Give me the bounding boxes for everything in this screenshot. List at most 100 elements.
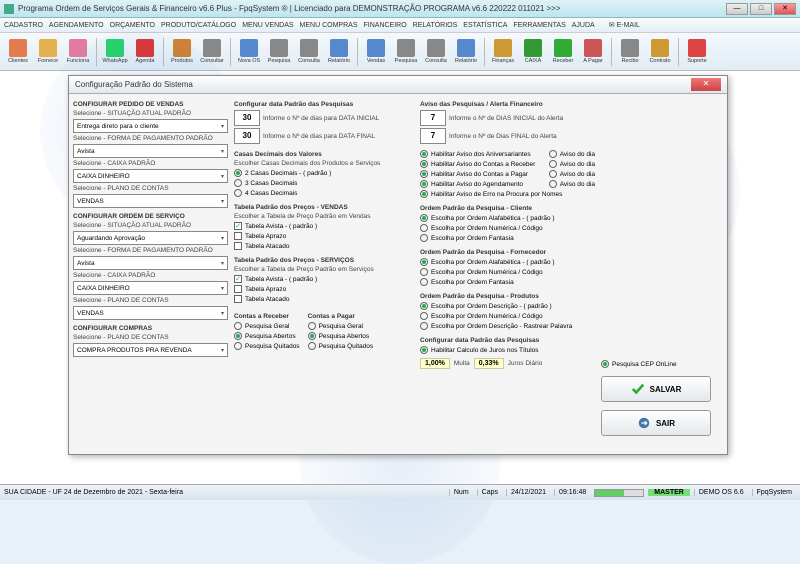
- toolbar-fornece[interactable]: Fornece: [34, 39, 62, 64]
- lbl-dias-final: Informe o Nº de dias para DATA FINAL: [263, 133, 375, 140]
- combo-caixa-venda[interactable]: CAIXA DINHEIRO: [73, 169, 228, 183]
- menu-financeiro[interactable]: FINANCEIRO: [364, 22, 407, 29]
- status-time: 09:16:48: [554, 489, 590, 496]
- menu-compras[interactable]: MENU COMPRAS: [300, 22, 358, 29]
- radio-for-fant[interactable]: Escolha por Ordem Fantasia: [420, 278, 595, 286]
- exit-button[interactable]: SAIR: [601, 410, 711, 436]
- recibo-icon: [621, 39, 639, 57]
- menu-vendas[interactable]: MENU VENDAS: [242, 22, 293, 29]
- toolbar-consulta[interactable]: Consulta: [422, 39, 450, 64]
- chk-atacado-vendas[interactable]: Tabela Atacado: [234, 242, 414, 250]
- input-dias-final[interactable]: 30: [234, 128, 260, 144]
- radio-receber-dia[interactable]: Aviso do dia: [549, 160, 595, 168]
- radio-aviso-pagar[interactable]: Habilitar Aviso do Contas a Pagar: [420, 170, 528, 178]
- toolbar-contrato[interactable]: Contrato: [646, 39, 674, 64]
- radio-4casas[interactable]: 4 Casas Decimais: [234, 189, 414, 197]
- toolbar-label: Relatório: [455, 58, 477, 64]
- toolbar-label: Clientes: [8, 58, 28, 64]
- radio-aviso-receber[interactable]: Habilitar Aviso do Contas a Receber: [420, 160, 535, 168]
- status-date: 24/12/2021: [506, 489, 550, 496]
- toolbar-pesquisa[interactable]: Pesquisa: [392, 39, 420, 64]
- combo-plano-os[interactable]: VENDAS: [73, 306, 228, 320]
- lbl-dias-inicial: Informe o Nº de dias para DATA INICIAL: [263, 115, 379, 122]
- menu-estatistica[interactable]: ESTATÍSTICA: [463, 22, 507, 29]
- dialog-close-button[interactable]: ✕: [691, 78, 721, 91]
- toolbar-relatório[interactable]: Relatório: [452, 39, 480, 64]
- radio-prod-num[interactable]: Escolha por Ordem Numérica / Código: [420, 312, 595, 320]
- email-button[interactable]: ✉ E-MAIL: [609, 21, 640, 29]
- radio-cli-alfa[interactable]: Escolha por Ordem Alafabética - ( padrão…: [420, 214, 595, 222]
- toolbar-consulta[interactable]: Consulta: [295, 39, 323, 64]
- clientes-icon: [9, 39, 27, 57]
- toolbar-suporte[interactable]: Suporte: [683, 39, 711, 64]
- radio-for-alfa[interactable]: Escolha por Ordem Alafabética - ( padrão…: [420, 258, 595, 266]
- combo-pagamento-os[interactable]: Avista: [73, 256, 228, 270]
- lbl-juros: Juros Diário: [508, 360, 543, 367]
- input-alerta-inicial[interactable]: 7: [420, 110, 446, 126]
- chk-aprazo-vendas[interactable]: Tabela Aprazo: [234, 232, 414, 240]
- combo-situacao-venda[interactable]: Entrega direto para o cliente: [73, 119, 228, 133]
- menu-ajuda[interactable]: AJUDA: [572, 22, 595, 29]
- menu-cadastro[interactable]: CADASTRO: [4, 22, 43, 29]
- radio-aviso-erro[interactable]: Habilitar Aviso de Erro na Procura por N…: [420, 190, 595, 198]
- chk-aprazo-serv[interactable]: Tabela Aprazo: [234, 285, 414, 293]
- radio-agenda-dia[interactable]: Aviso do dia: [549, 180, 595, 188]
- toolbar-vendas[interactable]: Vendas: [362, 39, 390, 64]
- toolbar-a pagar[interactable]: A Pagar: [579, 39, 607, 64]
- dialog-title: Configuração Padrão do Sistema: [75, 80, 691, 89]
- radio-juros[interactable]: Habilitar Calculo de Juros nos Títulos: [420, 346, 595, 354]
- menu-produto[interactable]: PRODUTO/CATÁLOGO: [161, 22, 236, 29]
- radio-cp-geral[interactable]: Pesquisa Geral: [308, 322, 374, 330]
- hdr-casas-decimais: Casas Decimais dos Valores: [234, 151, 414, 158]
- close-button[interactable]: ✕: [774, 3, 796, 15]
- menu-ferramentas[interactable]: FERRAMENTAS: [513, 22, 565, 29]
- toolbar-pesquisa[interactable]: Pesquisa: [265, 39, 293, 64]
- menu-orcamento[interactable]: ORÇAMENTO: [110, 22, 155, 29]
- menu-agendamento[interactable]: AGENDAMENTO: [49, 22, 104, 29]
- toolbar-relatório[interactable]: Relatório: [325, 39, 353, 64]
- chk-avista-vendas[interactable]: Tabela Avista - ( padrão ): [234, 222, 414, 230]
- radio-cli-num[interactable]: Escolha por Ordem Numérica / Código: [420, 224, 595, 232]
- toolbar-label: Suporte: [687, 58, 706, 64]
- input-dias-inicial[interactable]: 30: [234, 110, 260, 126]
- radio-2casas[interactable]: 2 Casas Decimais - ( padrão ): [234, 169, 414, 177]
- minimize-button[interactable]: —: [726, 3, 748, 15]
- combo-plano-venda[interactable]: VENDAS: [73, 194, 228, 208]
- combo-plano-compras[interactable]: COMPRA PRODUTOS PRA REVENDA: [73, 343, 228, 357]
- radio-cli-fant[interactable]: Escolha por Ordem Fantasia: [420, 234, 595, 242]
- radio-3casas[interactable]: 3 Casas Decimais: [234, 179, 414, 187]
- radio-cep-online[interactable]: Pesquisa CEP OnLine: [601, 360, 723, 368]
- chk-atacado-serv[interactable]: Tabela Atacado: [234, 295, 414, 303]
- combo-situacao-os[interactable]: Aguardando Aprovação: [73, 231, 228, 245]
- radio-cr-geral[interactable]: Pesquisa Geral: [234, 322, 300, 330]
- menu-relatorios[interactable]: RELATÓRIOS: [413, 22, 458, 29]
- radio-prod-rast[interactable]: Escolha por Ordem Descrição - Rastrear P…: [420, 322, 595, 330]
- radio-aniv-dia[interactable]: Aviso do dia: [549, 150, 595, 158]
- suporte-icon: [688, 39, 706, 57]
- hdr-contas-receber: Contas a Receber: [234, 313, 300, 320]
- chk-avista-serv[interactable]: Tabela Avista - ( padrão ): [234, 275, 414, 283]
- radio-prod-desc[interactable]: Escolha por Ordem Descrição - ( padrão ): [420, 302, 595, 310]
- save-button[interactable]: SALVAR: [601, 376, 711, 402]
- radio-aviso-aniv[interactable]: Habilitar Aviso dos Aniversariantes: [420, 150, 531, 158]
- toolbar-finanças[interactable]: Finanças: [489, 39, 517, 64]
- radio-for-num[interactable]: Escolha por Ordem Numérica / Código: [420, 268, 595, 276]
- radio-cp-quitados[interactable]: Pesquisa Quitados: [308, 342, 374, 350]
- col-actions: Pesquisa CEP OnLine SALVAR SAIR: [601, 98, 723, 450]
- combo-caixa-os[interactable]: CAIXA DINHEIRO: [73, 281, 228, 295]
- maximize-button[interactable]: □: [750, 3, 772, 15]
- radio-cp-abertos[interactable]: Pesquisa Abertos: [308, 332, 374, 340]
- combo-pagamento-venda[interactable]: Avista: [73, 144, 228, 158]
- toolbar-recibo[interactable]: Recibo: [616, 39, 644, 64]
- radio-aviso-agenda[interactable]: Habilitar Aviso do Agendamento: [420, 180, 523, 188]
- lbl-pagamento-os: Selecione - FORMA DE PAGAMENTO PADRÃO: [73, 247, 228, 254]
- input-alerta-final[interactable]: 7: [420, 128, 446, 144]
- radio-pagar-dia[interactable]: Aviso do dia: [549, 170, 595, 178]
- toolbar-clientes[interactable]: Clientes: [4, 39, 32, 64]
- toolbar-caixa[interactable]: CAIXA: [519, 39, 547, 64]
- window-titlebar: Programa Ordem de Serviços Gerais & Fina…: [0, 0, 800, 18]
- radio-cr-abertos[interactable]: Pesquisa Abertos: [234, 332, 300, 340]
- radio-cr-quitados[interactable]: Pesquisa Quitados: [234, 342, 300, 350]
- toolbar-receber[interactable]: Receber: [549, 39, 577, 64]
- toolbar-nova os[interactable]: Nova OS: [235, 39, 263, 64]
